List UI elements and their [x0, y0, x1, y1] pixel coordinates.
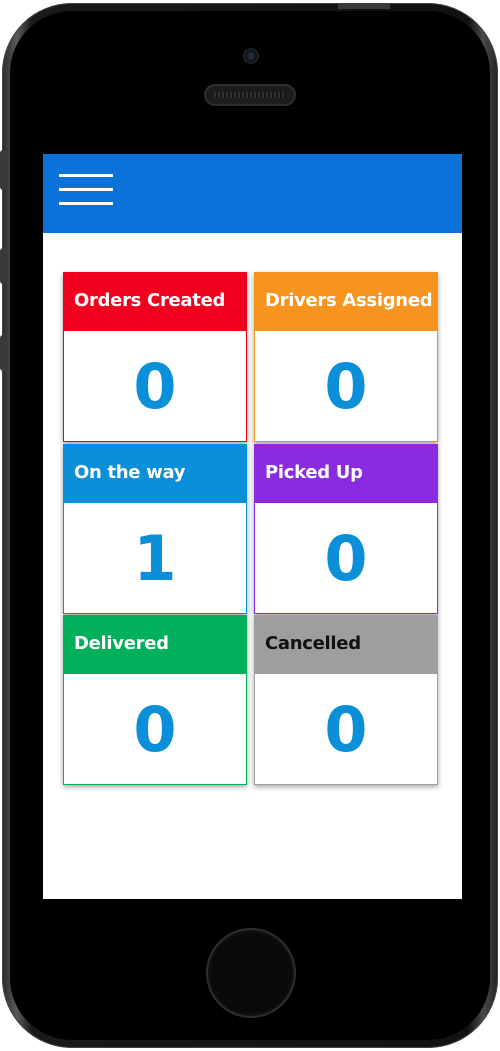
card-count: 1: [133, 522, 177, 595]
card-header: Drivers Assigned: [255, 273, 437, 331]
card-picked-up[interactable]: Picked Up 0: [254, 444, 438, 614]
card-count: 0: [324, 522, 368, 595]
card-header: Orders Created: [64, 273, 246, 331]
card-delivered[interactable]: Delivered 0: [63, 615, 247, 785]
card-count: 0: [133, 350, 177, 423]
status-grid: Orders Created 0 Drivers Assigned 0 On t…: [63, 272, 440, 787]
card-header: Picked Up: [255, 445, 437, 503]
card-header: Cancelled: [255, 616, 437, 674]
card-drivers-assigned[interactable]: Drivers Assigned 0: [254, 272, 438, 442]
volume-down-button: [0, 335, 6, 371]
card-count: 0: [324, 350, 368, 423]
card-count: 0: [133, 693, 177, 766]
home-button: [208, 930, 294, 1016]
earpiece-speaker: [206, 86, 294, 104]
power-button: [338, 3, 390, 9]
card-header: Delivered: [64, 616, 246, 674]
card-on-the-way[interactable]: On the way 1: [63, 444, 247, 614]
hamburger-menu-icon[interactable]: [59, 172, 113, 206]
card-count: 0: [324, 693, 368, 766]
front-camera: [243, 48, 259, 64]
mute-switch: [0, 150, 6, 190]
card-cancelled[interactable]: Cancelled 0: [254, 615, 438, 785]
app-header: [43, 154, 462, 233]
phone-screen: Orders Created 0 Drivers Assigned 0 On t…: [43, 154, 462, 899]
card-orders-created[interactable]: Orders Created 0: [63, 272, 247, 442]
card-header: On the way: [64, 445, 246, 503]
volume-up-button: [0, 248, 6, 284]
